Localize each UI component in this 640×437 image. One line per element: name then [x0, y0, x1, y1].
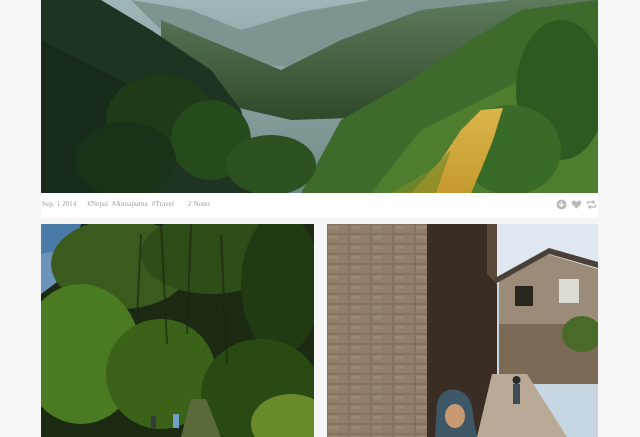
post-photo-jungle-trail[interactable]	[41, 224, 314, 437]
post-photo-valley-trail[interactable]	[41, 0, 598, 193]
like-button[interactable]	[571, 199, 582, 210]
notes-count[interactable]: 2 Notes	[188, 200, 210, 208]
post-date[interactable]: Sep. 1 2014	[42, 200, 76, 208]
download-button[interactable]	[556, 199, 567, 210]
post-meta-bar: Sep. 1 2014 #Nepal #Annapurna #Travel 2 …	[42, 195, 598, 213]
reblog-icon	[586, 199, 597, 209]
tag-travel[interactable]: #Travel	[152, 200, 174, 208]
reblog-button[interactable]	[586, 199, 597, 210]
tag-annapurna[interactable]: #Annapurna	[112, 200, 148, 208]
tag-nepal[interactable]: #Nepal	[87, 200, 108, 208]
download-icon	[556, 199, 567, 209]
post-actions	[556, 199, 598, 210]
post-photo-stone-village[interactable]	[327, 224, 598, 437]
heart-icon	[571, 200, 582, 209]
post-tags: #Nepal #Annapurna #Travel	[87, 200, 174, 208]
photo-blog-page: Sep. 1 2014 #Nepal #Annapurna #Travel 2 …	[0, 0, 640, 437]
